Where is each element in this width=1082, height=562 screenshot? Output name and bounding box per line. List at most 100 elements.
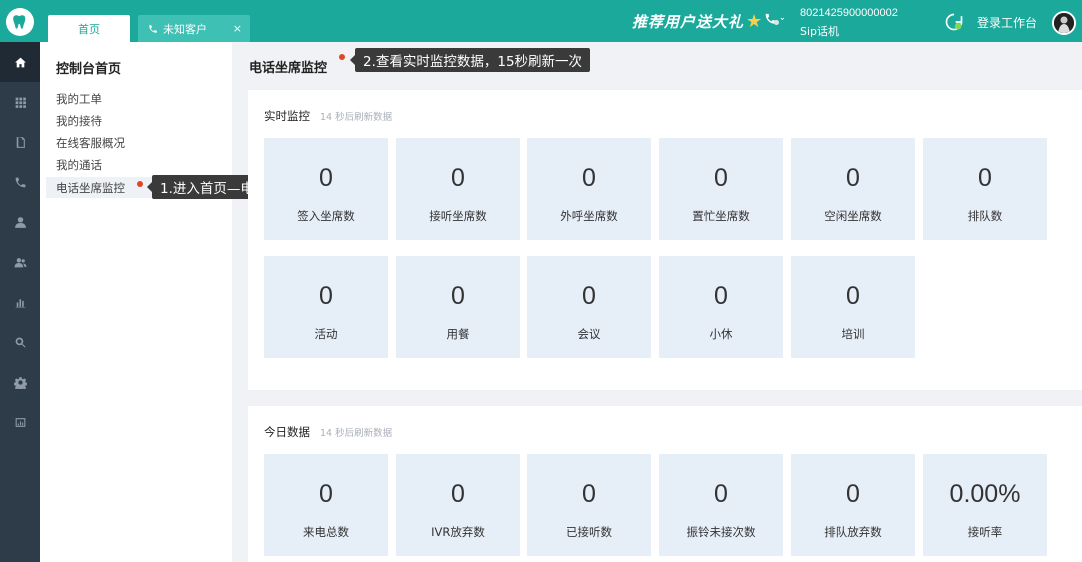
- stat-value: 0: [846, 282, 860, 310]
- phone-type: Sip话机: [800, 25, 840, 38]
- stat-card: 0 培训: [791, 256, 915, 358]
- stat-value: 0: [714, 164, 728, 192]
- stat-card: 0 小休: [659, 256, 783, 358]
- stat-value: 0: [714, 480, 728, 508]
- stat-card: 0 会议: [527, 256, 651, 358]
- stat-card: 0 用餐: [396, 256, 520, 358]
- stat-label: 振铃未接次数: [686, 525, 756, 539]
- stat-value: 0: [319, 164, 333, 192]
- search-icon: [15, 337, 25, 347]
- document-icon: [16, 136, 25, 148]
- rail-grid[interactable]: [0, 82, 40, 122]
- stat-card: 0 来电总数: [264, 454, 388, 556]
- stat-value: 0: [451, 164, 465, 192]
- stat-label: 会议: [577, 327, 601, 341]
- stat-label: 排队放弃数: [824, 525, 882, 539]
- stat-value: 0: [582, 282, 596, 310]
- submenu-item-online-service[interactable]: 在线客服概况: [46, 132, 192, 153]
- rail-report[interactable]: [0, 402, 40, 442]
- stat-label: 用餐: [446, 327, 470, 341]
- stat-value: 0: [846, 480, 860, 508]
- step1-marker-dot: [137, 181, 143, 187]
- submenu-item-label: 我的通话: [56, 157, 102, 172]
- stat-card: 0 已接听数: [527, 454, 651, 556]
- submenu-item-label: 电话坐席监控: [56, 180, 125, 195]
- login-workbench-button[interactable]: 登录工作台: [977, 14, 1037, 31]
- stat-label: 活动: [314, 327, 338, 341]
- stat-card: 0.00% 接听率: [923, 454, 1047, 556]
- submenu-item-label: 我的工单: [56, 91, 102, 106]
- phone-icon: [15, 177, 25, 187]
- stat-value: 0: [582, 480, 596, 508]
- rail-settings[interactable]: [0, 362, 40, 402]
- tooth-logo-icon: [6, 8, 34, 36]
- stat-card: 0 签入坐席数: [264, 138, 388, 240]
- realtime-title: 实时监控: [264, 109, 310, 123]
- close-icon[interactable]: ×: [233, 22, 242, 35]
- stat-label: 小休: [709, 327, 733, 341]
- rail-search[interactable]: [0, 322, 40, 362]
- promo-text: 推荐用户送大礼: [632, 12, 745, 31]
- stat-card: 0 振铃未接次数: [659, 454, 783, 556]
- stat-card: 0 IVR放弃数: [396, 454, 520, 556]
- refresh-countdown: 14 秒后刷新数据: [320, 428, 393, 439]
- tab-unknown-customer[interactable]: 未知客户 ×: [138, 15, 250, 42]
- stat-value: 0: [978, 164, 992, 192]
- stat-label: 空闲坐席数: [824, 209, 882, 223]
- user-icon: [14, 216, 26, 228]
- tab-label: 未知客户: [163, 22, 207, 36]
- rail-document[interactable]: [0, 122, 40, 162]
- page-title: 电话坐席监控: [249, 61, 328, 76]
- tab-home[interactable]: 首页: [48, 15, 130, 42]
- stat-value: 0: [319, 282, 333, 310]
- gear-icon: [13, 376, 27, 389]
- sub-menu: 控制台首页 我的工单 我的接待 在线客服概况 我的通话 电话坐席监控: [40, 42, 232, 562]
- refresh-countdown: 14 秒后刷新数据: [320, 112, 393, 123]
- phone-icon: [149, 24, 157, 33]
- rail-user[interactable]: [0, 202, 40, 242]
- home-icon: [14, 57, 26, 67]
- realtime-panel-header: 实时监控 14 秒后刷新数据: [264, 108, 392, 124]
- today-panel-header: 今日数据 14 秒后刷新数据: [264, 424, 392, 440]
- bar-chart-icon: [15, 298, 25, 308]
- star-icon: ★: [746, 10, 764, 32]
- today-title: 今日数据: [264, 425, 310, 439]
- promo-banner[interactable]: 推荐用户送大礼 ★: [632, 10, 763, 32]
- rail-chart[interactable]: [0, 282, 40, 322]
- stat-value: 0: [451, 282, 465, 310]
- submenu-item-label: 在线客服概况: [56, 135, 125, 150]
- stat-value: 0: [714, 282, 728, 310]
- stat-label: 培训: [841, 327, 865, 341]
- rail-home[interactable]: [0, 42, 40, 82]
- phone-number: 8021425900000002: [800, 7, 898, 19]
- stat-card: 0 接听坐席数: [396, 138, 520, 240]
- stat-label: 排队数: [967, 209, 1003, 223]
- submenu-item-my-receptions[interactable]: 我的接待: [46, 110, 192, 131]
- refresh-circle-icon[interactable]: [944, 12, 964, 32]
- stat-label: 外呼坐席数: [560, 209, 618, 223]
- stat-value: 0: [319, 480, 333, 508]
- stat-value: 0: [451, 480, 465, 508]
- stat-label: 置忙坐席数: [692, 209, 750, 223]
- stat-card: 0 排队放弃数: [791, 454, 915, 556]
- today-panel: 今日数据 14 秒后刷新数据 0 来电总数 0 IVR放弃数 0 已接听数 0 振铃未接次…: [248, 406, 1082, 562]
- rail-users[interactable]: [0, 242, 40, 282]
- stat-value: 0.00%: [949, 480, 1021, 508]
- submenu-item-my-calls[interactable]: 我的通话: [46, 154, 192, 175]
- stat-value: 0: [582, 164, 596, 192]
- stat-label: 已接听数: [566, 525, 612, 539]
- rail-phone[interactable]: [0, 162, 40, 202]
- submenu-item-my-tickets[interactable]: 我的工单: [46, 88, 192, 109]
- phone-status-icon[interactable]: [764, 12, 788, 32]
- stat-card: 0 排队数: [923, 138, 1047, 240]
- submenu-item-label: 我的接待: [56, 113, 102, 128]
- icon-rail: [0, 42, 40, 562]
- stat-card: 0 外呼坐席数: [527, 138, 651, 240]
- report-icon: [15, 417, 25, 427]
- avatar[interactable]: [1052, 11, 1076, 35]
- stat-label: IVR放弃数: [431, 525, 485, 539]
- stat-label: 来电总数: [303, 525, 349, 539]
- step2-marker-dot: [339, 54, 345, 60]
- stat-card: 0 空闲坐席数: [791, 138, 915, 240]
- stat-card: 0 置忙坐席数: [659, 138, 783, 240]
